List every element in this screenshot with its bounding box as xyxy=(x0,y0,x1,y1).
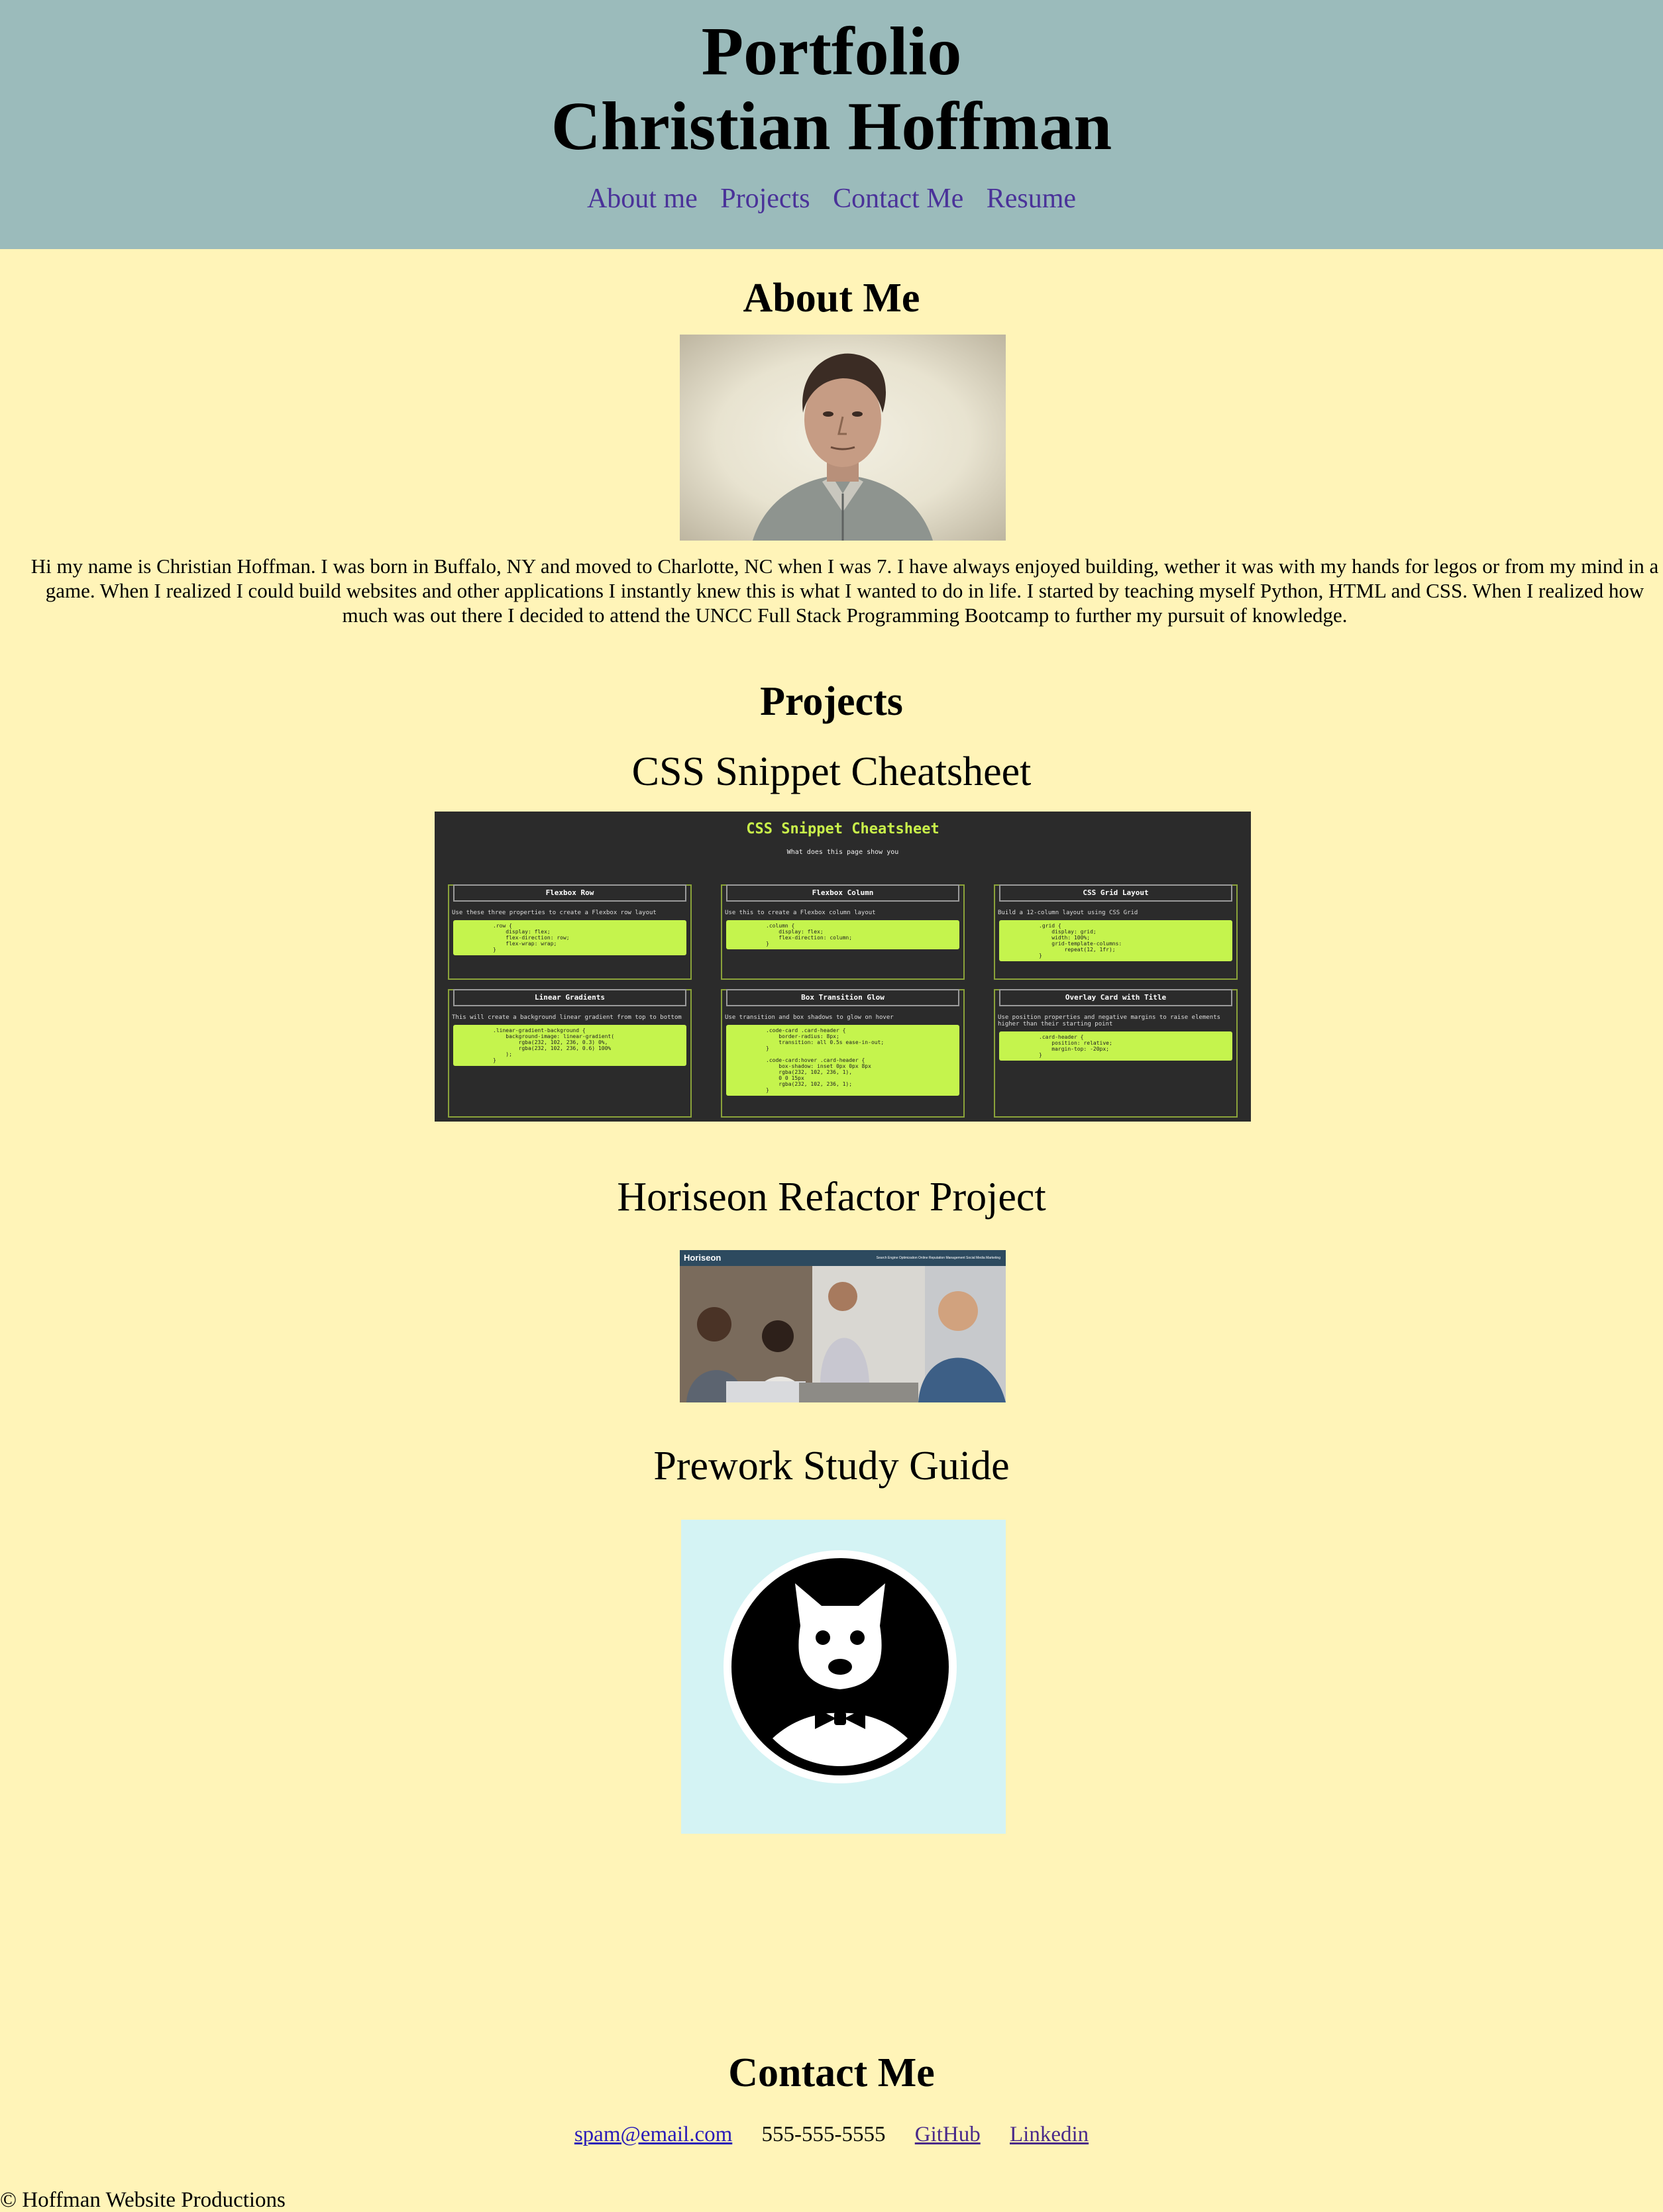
card-description: Use these three properties to create a F… xyxy=(452,910,657,916)
email-link[interactable]: spam@email.com xyxy=(574,2123,732,2146)
card-description: Use position properties and negative mar… xyxy=(998,1014,1220,1027)
cat-bowtie-logo-icon xyxy=(724,1550,957,1783)
card-code: .code-card .card-header { border-radius:… xyxy=(726,1025,959,1096)
card-description: Use this to create a Flexbox column layo… xyxy=(725,910,876,916)
card-description: This will create a background linear gra… xyxy=(452,1014,682,1021)
cheatsheet-screenshot-subtitle: What does this page show you xyxy=(786,849,899,856)
nav-link-projects[interactable]: Projects xyxy=(720,184,810,214)
card-code: .row { display: flex; flex-direction: ro… xyxy=(453,920,686,955)
nav-link-resume[interactable]: Resume xyxy=(987,184,1076,214)
about-heading: About Me xyxy=(743,276,920,321)
site-header: Portfolio Christian Hoffman About me Pro… xyxy=(0,0,1663,249)
card-header: Linear Gradients xyxy=(453,989,686,1006)
card-header: Flexbox Column xyxy=(726,884,959,902)
cheatsheet-card: Overlay Card with Title Use position pro… xyxy=(994,989,1238,1118)
site-title: Portfolio xyxy=(701,13,962,89)
project-title-prework: Prework Study Guide xyxy=(653,1444,1010,1489)
nav-link-about[interactable]: About me xyxy=(587,184,698,214)
main-nav: About me Projects Contact Me Resume xyxy=(0,183,1663,215)
about-paragraph: Hi my name is Christian Hoffman. I was b… xyxy=(30,554,1659,627)
cheatsheet-card: Flexbox Column Use this to create a Flex… xyxy=(721,884,965,980)
cheatsheet-card: Flexbox Row Use these three properties t… xyxy=(448,884,692,980)
card-code: .linear-gradient-background { background… xyxy=(453,1025,686,1066)
prework-study-guide-image[interactable] xyxy=(681,1520,1006,1834)
github-link[interactable]: GitHub xyxy=(915,2123,981,2146)
nav-link-contact[interactable]: Contact Me xyxy=(833,184,963,214)
linkedin-link[interactable]: Linkedin xyxy=(1010,2123,1089,2146)
profile-portrait-image xyxy=(680,335,1006,541)
card-code: .grid { display: grid; width: 100%; grid… xyxy=(999,920,1232,961)
site-owner-name: Christian Hoffman xyxy=(551,88,1112,164)
card-code: .card-header { position: relative; margi… xyxy=(999,1031,1232,1061)
project-title-horiseon: Horiseon Refactor Project xyxy=(617,1175,1046,1220)
cheatsheet-card: CSS Grid Layout Build a 12-column layout… xyxy=(994,884,1238,980)
card-description: Build a 12-column layout using CSS Grid xyxy=(998,910,1138,916)
cheatsheet-card: Linear Gradients This will create a back… xyxy=(448,989,692,1118)
card-header: CSS Grid Layout xyxy=(999,884,1232,902)
horiseon-nav: Search Engine Optimization Online Reputa… xyxy=(876,1256,1000,1260)
contact-links: spam@email.com 555-555-5555 GitHub Linke… xyxy=(0,2123,1663,2147)
footer-copyright: © Hoffman Website Productions xyxy=(0,2188,286,2212)
project-title-css-cheatsheet: CSS Snippet Cheatsheet xyxy=(631,749,1032,794)
horiseon-screenshot[interactable]: Horiseon Search Engine Optimization Onli… xyxy=(680,1250,1006,1402)
contact-heading: Contact Me xyxy=(728,2050,935,2095)
card-code: .column { display: flex; flex-direction:… xyxy=(726,920,959,949)
card-description: Use transition and box shadows to glow o… xyxy=(725,1014,894,1021)
phone-number: 555-555-5555 xyxy=(761,2123,886,2146)
card-header: Flexbox Row xyxy=(453,884,686,902)
projects-heading: Projects xyxy=(760,679,903,724)
css-cheatsheet-screenshot[interactable]: CSS Snippet Cheatsheet What does this pa… xyxy=(435,812,1251,1122)
cheatsheet-screenshot-title: CSS Snippet Cheatsheet xyxy=(746,821,939,837)
cheatsheet-card: Box Transition Glow Use transition and b… xyxy=(721,989,965,1118)
card-header: Overlay Card with Title xyxy=(999,989,1232,1006)
card-header: Box Transition Glow xyxy=(726,989,959,1006)
